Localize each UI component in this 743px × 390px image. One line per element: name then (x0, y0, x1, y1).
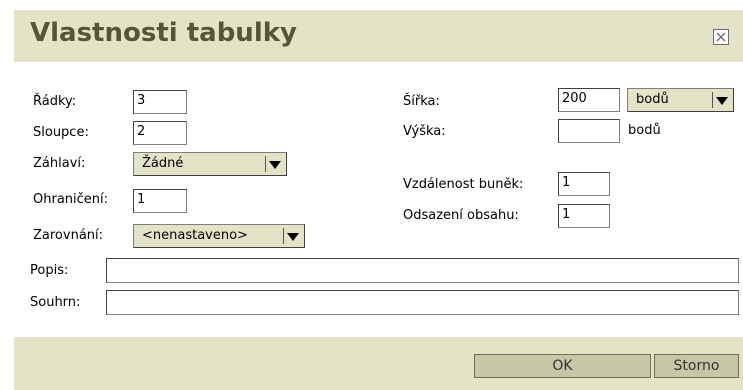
align-select-value: <nenastaveno> (142, 228, 248, 243)
width-unit-value: bodů (636, 92, 669, 107)
cols-input[interactable]: 2 (133, 121, 187, 145)
padding-input[interactable]: 1 (558, 204, 610, 228)
height-input[interactable] (558, 119, 620, 143)
chevron-down-icon (716, 97, 728, 105)
width-unit-select[interactable]: bodů (627, 88, 734, 112)
close-icon[interactable] (713, 29, 729, 45)
border-input[interactable]: 1 (133, 189, 187, 213)
caption-label: Popis: (30, 263, 69, 278)
height-unit-label: bodů (628, 123, 661, 138)
dialog-title: Vlastnosti tabulky (30, 18, 297, 48)
cols-label: Sloupce: (33, 125, 89, 140)
table-properties-dialog: Vlastnosti tabulky Řádky: 3 Sloupce: 2 Z… (0, 0, 743, 390)
summary-label: Souhrn: (30, 295, 81, 310)
caption-input[interactable] (106, 258, 739, 283)
header-label: Záhlaví: (33, 156, 86, 171)
align-select[interactable]: <nenastaveno> (133, 224, 305, 248)
spacing-input[interactable]: 1 (558, 172, 610, 196)
rows-input[interactable]: 3 (133, 90, 187, 114)
width-input[interactable]: 200 (558, 88, 620, 112)
chevron-down-icon (287, 233, 299, 241)
spacing-label: Vzdálenost buněk: (403, 177, 524, 192)
height-label: Výška: (403, 124, 446, 139)
chevron-down-icon (269, 161, 281, 169)
dialog-titlebar: Vlastnosti tabulky (14, 10, 743, 62)
align-label: Zarovnání: (33, 228, 104, 243)
header-select[interactable]: Žádné (133, 152, 287, 176)
rows-label: Řádky: (33, 94, 77, 109)
select-separator (265, 156, 266, 172)
select-separator (283, 228, 284, 244)
select-separator (712, 92, 713, 108)
ok-button[interactable]: OK (474, 354, 651, 378)
width-label: Šířka: (403, 94, 440, 109)
cancel-button[interactable]: Storno (654, 354, 739, 378)
header-select-value: Žádné (142, 156, 184, 171)
summary-input[interactable] (106, 290, 739, 315)
border-label: Ohraničení: (33, 192, 109, 207)
padding-label: Odsazení obsahu: (403, 208, 519, 223)
dialog-footer: OK Storno (14, 337, 743, 390)
